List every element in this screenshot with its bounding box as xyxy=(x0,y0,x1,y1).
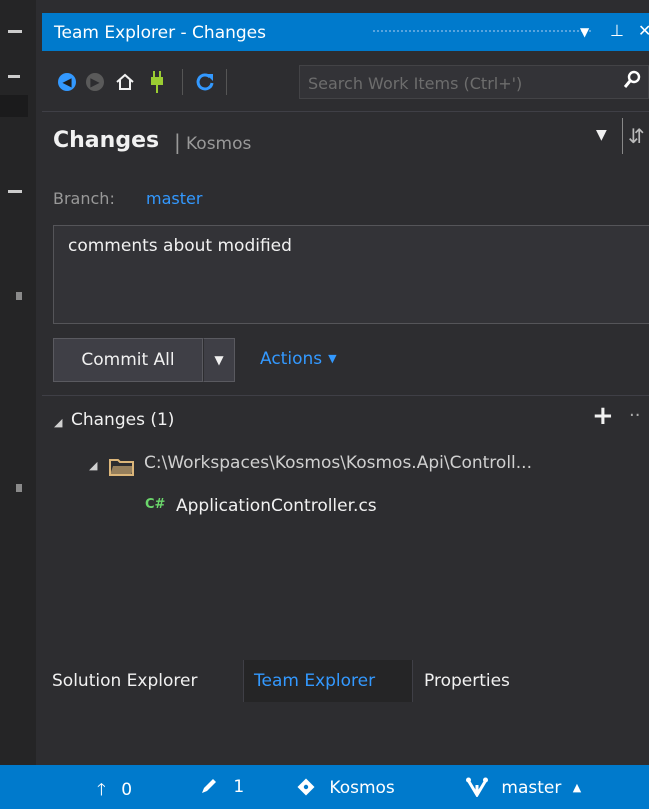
refresh-icon xyxy=(196,73,214,91)
commit-all-button[interactable]: Commit All xyxy=(53,338,203,382)
pane-header-block xyxy=(0,95,28,117)
team-explorer-toolbar: ◀ ▶ xyxy=(42,51,649,111)
back-button[interactable]: ◀ xyxy=(56,71,78,93)
search-icon[interactable] xyxy=(623,70,642,93)
window-title: Team Explorer - Changes xyxy=(54,23,267,43)
status-branch-name: master xyxy=(501,778,562,798)
commit-message-text: comments about modified xyxy=(68,236,292,256)
folder-icon xyxy=(109,459,134,476)
window-options-chevron-icon[interactable]: ▼ xyxy=(580,25,589,39)
outgoing-commits-indicator[interactable]: 🡑 0 xyxy=(97,777,132,806)
title-separator: | xyxy=(174,130,181,154)
pane-dropdown-icon-2[interactable] xyxy=(8,75,20,78)
pane-line-mark xyxy=(8,190,22,193)
more-options-icon[interactable]: ·· xyxy=(629,405,640,426)
chevron-down-icon: ▼ xyxy=(214,353,224,367)
page-dropdown-icon[interactable]: ▼ xyxy=(596,127,607,143)
tool-window-tabs: Solution Explorer Team Explorer Properti… xyxy=(42,660,649,702)
adjacent-pane-strip xyxy=(0,0,36,809)
pane-dropdown-icon[interactable] xyxy=(8,30,22,33)
search-input[interactable] xyxy=(306,70,610,96)
actions-label: Actions xyxy=(260,349,323,369)
home-button[interactable] xyxy=(114,71,136,93)
forward-button[interactable]: ▶ xyxy=(84,71,106,93)
outgoing-count: 0 xyxy=(121,780,133,800)
collapse-arrow-icon[interactable]: ◢ xyxy=(89,459,97,472)
collapse-arrow-icon[interactable]: ◢ xyxy=(54,416,62,429)
refresh-button[interactable] xyxy=(194,71,216,93)
tab-team-explorer[interactable]: Team Explorer xyxy=(243,660,413,702)
branch-label: Branch: xyxy=(53,189,115,208)
pencil-icon xyxy=(202,779,216,793)
toolbar-separator xyxy=(182,69,183,95)
tab-solution-explorer[interactable]: Solution Explorer xyxy=(42,660,242,702)
arrow-up-icon: 🡑 xyxy=(97,780,106,800)
git-repo-icon xyxy=(297,778,315,796)
pending-count: 1 xyxy=(233,777,245,797)
section-divider xyxy=(42,395,649,396)
back-icon: ◀ xyxy=(58,73,76,91)
changed-file-item[interactable]: ApplicationController.cs xyxy=(176,496,377,516)
toolbar-separator-2 xyxy=(226,69,227,95)
branch-indicator[interactable]: master ▲ xyxy=(466,777,581,798)
changes-section-header[interactable]: Changes (1) xyxy=(71,410,174,430)
stage-all-icon[interactable]: + xyxy=(592,401,614,431)
connect-button[interactable] xyxy=(146,71,168,93)
branch-link[interactable]: master xyxy=(146,189,202,208)
search-work-items-box[interactable] xyxy=(299,65,649,99)
connect-icon xyxy=(151,71,163,93)
scroll-mark xyxy=(16,292,22,300)
chevron-down-icon: ▼ xyxy=(328,352,337,365)
page-title: Changes xyxy=(53,128,160,153)
repository-indicator[interactable]: Kosmos xyxy=(296,777,395,798)
header-separator xyxy=(622,118,623,154)
pending-changes-indicator[interactable]: 1 xyxy=(200,777,244,797)
forward-icon: ▶ xyxy=(86,73,104,91)
actions-menu[interactable]: Actions ▼ xyxy=(260,349,337,369)
status-bar: 🡑 0 1 Kosmos master ▲ xyxy=(0,765,649,809)
tool-window-title-bar[interactable]: Team Explorer - Changes ▼ ⊥ ✕ xyxy=(42,13,649,51)
branch-icon xyxy=(466,777,488,798)
repository-name: Kosmos xyxy=(186,134,252,154)
home-icon xyxy=(116,73,134,90)
commit-message-field[interactable]: comments about modified xyxy=(53,225,649,324)
scroll-mark-2 xyxy=(16,484,22,492)
tab-properties[interactable]: Properties xyxy=(414,660,564,702)
close-icon[interactable]: ✕ xyxy=(638,21,649,40)
pin-icon[interactable]: ⊥ xyxy=(610,21,624,40)
navigate-icon[interactable]: ⇵ xyxy=(628,124,645,148)
status-repo-name: Kosmos xyxy=(329,778,395,798)
toolbar-divider xyxy=(42,111,649,112)
folder-path[interactable]: C:\Workspaces\Kosmos\Kosmos.Api\Controll… xyxy=(144,453,532,473)
csharp-file-icon: C# xyxy=(145,497,166,512)
chevron-up-icon: ▲ xyxy=(572,781,582,794)
drag-grip[interactable] xyxy=(372,29,592,34)
commit-dropdown-button[interactable]: ▼ xyxy=(203,338,235,382)
